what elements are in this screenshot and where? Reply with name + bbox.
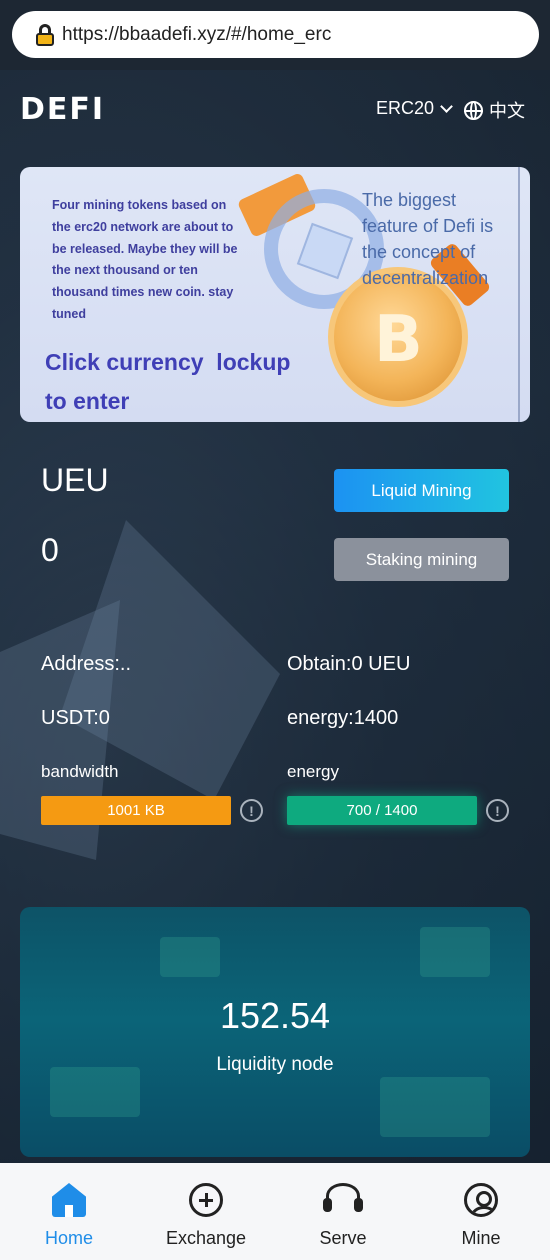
banner-divider xyxy=(518,167,520,422)
nav-item-mine[interactable]: Mine xyxy=(426,1163,536,1260)
token-amount: 0 xyxy=(41,532,59,568)
browser-chrome: https://bbaadefi.xyz/#/home_erc xyxy=(0,0,550,70)
isometric-block-graphic xyxy=(380,1077,490,1137)
banner-cta: Click currency lockup to enter xyxy=(45,343,290,421)
staking-mining-button[interactable]: Staking mining xyxy=(334,538,509,581)
node-value: 152.54 xyxy=(219,995,331,1036)
plus-circle-icon xyxy=(189,1183,223,1217)
bottom-nav: Home Exchange Serve Mine xyxy=(0,1163,550,1260)
usdt-text: USDT:0 xyxy=(41,707,110,729)
app-header: DEFI ERC20 中文 xyxy=(0,88,550,132)
isometric-block-graphic xyxy=(160,937,220,977)
obtain-text: Obtain:0 UEU xyxy=(287,653,411,675)
banner-cta-line1: Click currency lockup xyxy=(45,349,291,375)
address-text: Address:.. xyxy=(41,653,132,675)
bandwidth-bar: 1001 KB xyxy=(41,796,231,825)
node-label: Liquidity node xyxy=(216,1054,334,1075)
energy-bar: 700 / 1400 xyxy=(287,796,477,825)
liquidity-node-card[interactable]: 152.54 Liquidity node xyxy=(20,907,530,1157)
banner-description: Four mining tokens based on the erc20 ne… xyxy=(52,198,238,321)
nav-label: Mine xyxy=(461,1228,501,1248)
home-icon xyxy=(52,1183,86,1217)
url-bar[interactable]: https://bbaadefi.xyz/#/home_erc xyxy=(12,11,539,58)
url-text: https://bbaadefi.xyz/#/home_erc xyxy=(62,23,332,45)
energy-text: energy:1400 xyxy=(287,707,399,729)
isometric-block-graphic xyxy=(420,927,490,977)
language-label: 中文 xyxy=(489,101,525,121)
language-selector[interactable]: 中文 xyxy=(464,97,525,123)
banner-cta-line2: to enter xyxy=(45,388,130,414)
nav-label: Serve xyxy=(319,1228,367,1248)
lock-icon xyxy=(36,23,54,46)
globe-icon xyxy=(464,100,483,120)
chevron-down-icon xyxy=(440,100,453,113)
energy-label: energy xyxy=(287,762,339,781)
energy-bar-value: 700 / 1400 xyxy=(346,802,418,819)
network-selector[interactable]: ERC20 xyxy=(376,98,453,119)
banner-tagline: The biggest feature of Defi is the conce… xyxy=(362,190,494,288)
user-icon xyxy=(464,1183,498,1217)
bandwidth-label: bandwidth xyxy=(41,762,119,781)
bandwidth-bar-value: 1001 KB xyxy=(107,802,165,819)
nav-item-serve[interactable]: Serve xyxy=(288,1163,398,1260)
nav-item-home[interactable]: Home xyxy=(14,1163,124,1260)
nav-label: Home xyxy=(44,1228,93,1248)
promo-banner[interactable]: B Four mining tokens based on the erc20 … xyxy=(20,167,530,422)
info-icon[interactable]: ! xyxy=(240,799,263,822)
info-icon[interactable]: ! xyxy=(486,799,509,822)
token-name: UEU xyxy=(41,462,109,498)
nav-item-exchange[interactable]: Exchange xyxy=(151,1163,261,1260)
nav-label: Exchange xyxy=(165,1228,247,1248)
network-label: ERC20 xyxy=(376,98,435,118)
headset-icon xyxy=(323,1183,363,1212)
liquid-mining-button[interactable]: Liquid Mining xyxy=(334,469,509,512)
logo: DEFI xyxy=(20,92,106,127)
